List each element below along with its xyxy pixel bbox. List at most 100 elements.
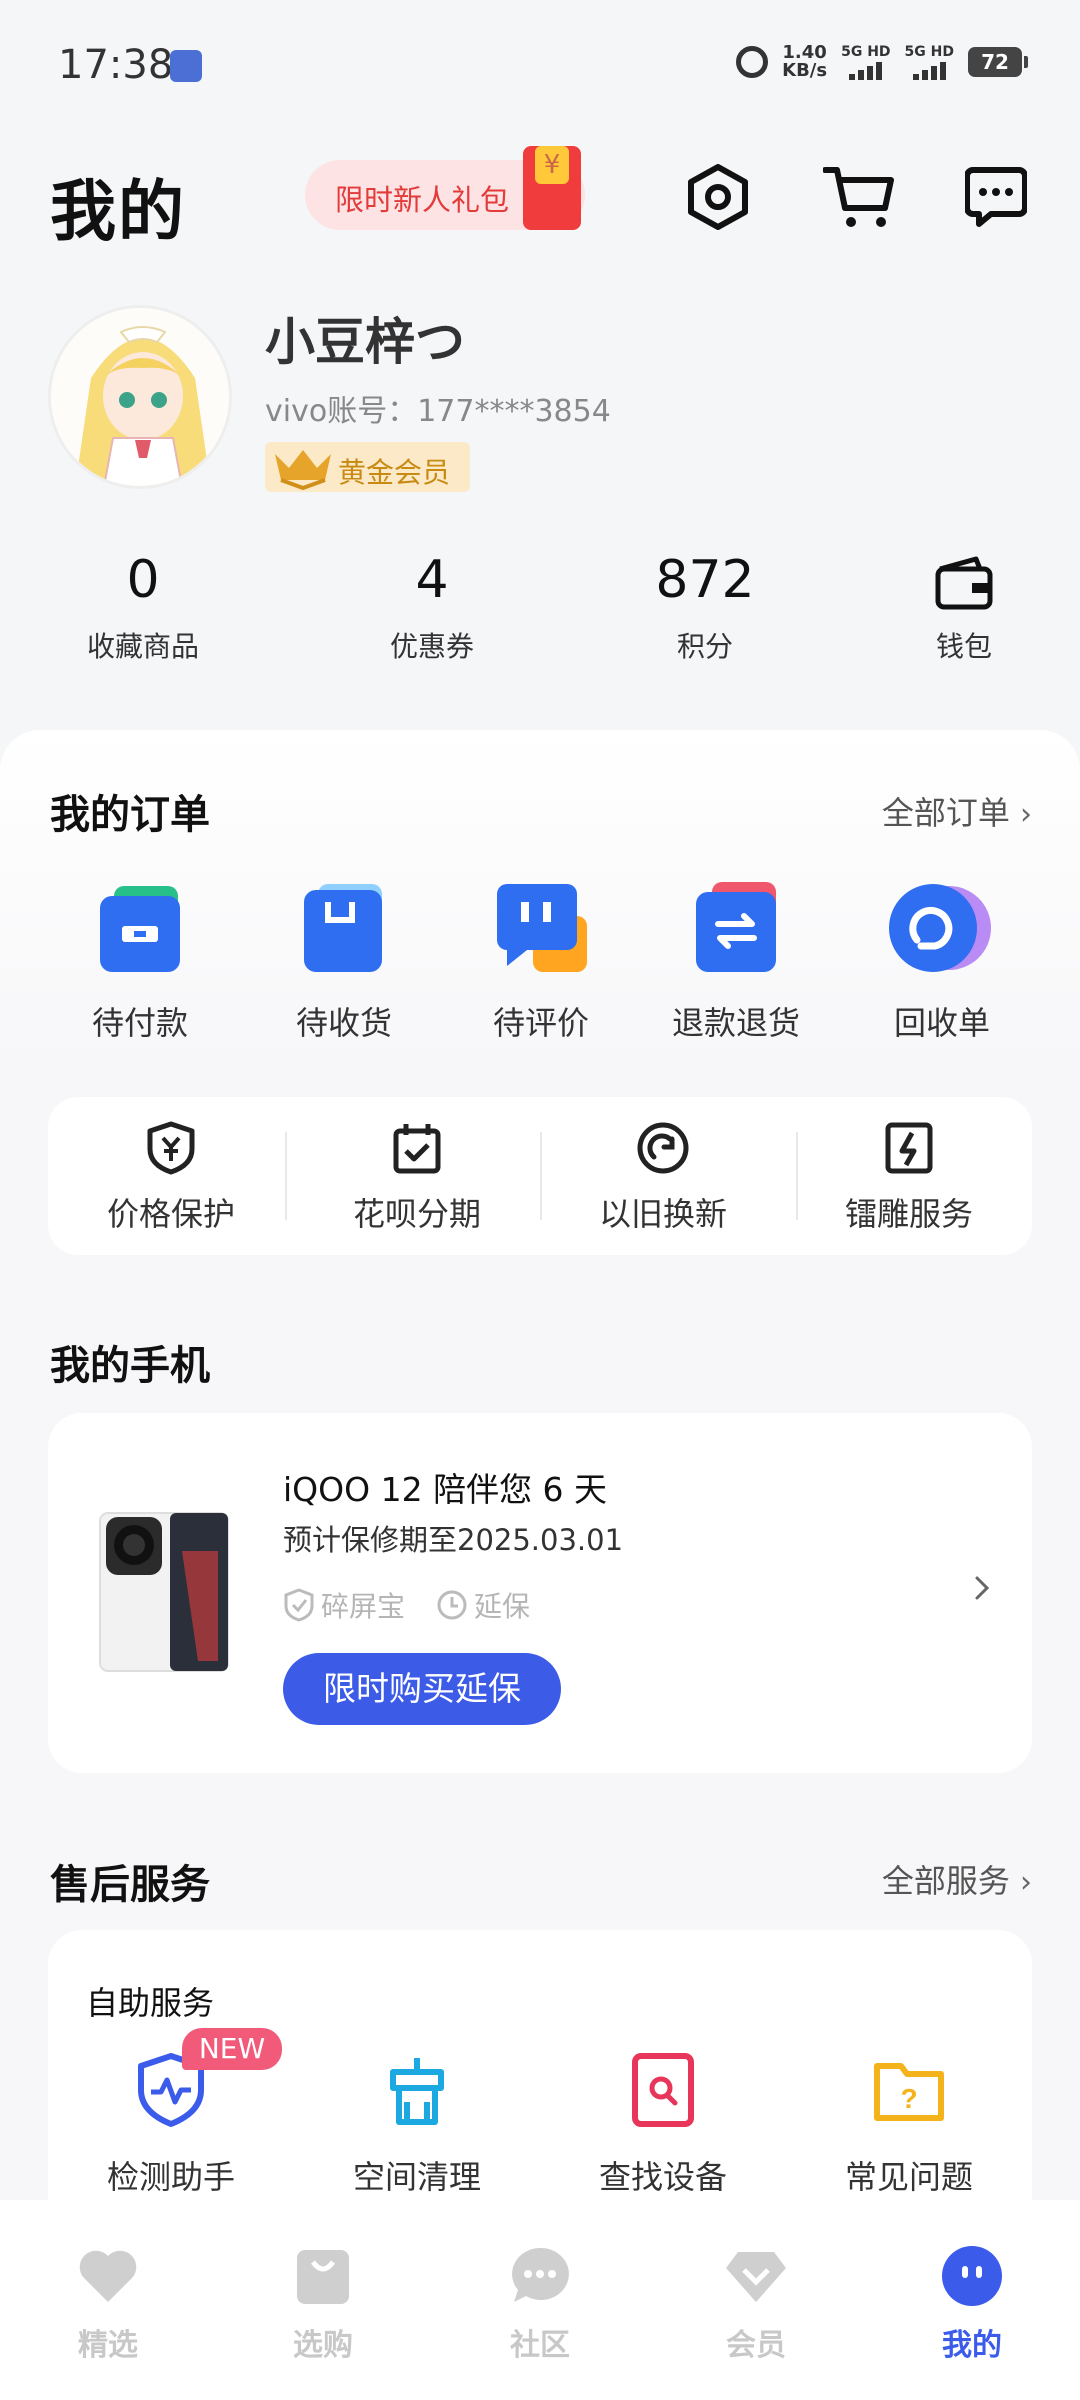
member-badge[interactable]: 黄金会员: [265, 442, 470, 492]
tab-label: 社区: [510, 2328, 570, 2363]
nickname: 小豆梓つ: [265, 313, 465, 371]
cart-icon: [823, 167, 894, 227]
messages-button[interactable]: [959, 160, 1033, 234]
all-services-label: 全部服务: [881, 1862, 1010, 1900]
chevron-right-icon: ›: [1020, 797, 1032, 832]
wallet-icon: [864, 545, 1064, 615]
stat-points[interactable]: 872 积分: [605, 545, 805, 665]
my-phone-title: 我的手机: [50, 1343, 210, 1389]
new-user-gift-button[interactable]: 限时新人礼包: [305, 146, 585, 230]
screen-insurance-tag[interactable]: 碎屏宝: [283, 1585, 405, 1625]
tag-label: 碎屏宝: [321, 1590, 406, 1623]
tab-label: 选购: [293, 2328, 353, 2363]
find-device-icon: [623, 2050, 703, 2130]
order-label: 待付款: [91, 1004, 188, 1042]
divider: [285, 1132, 287, 1220]
tool-label: 空间清理: [352, 2158, 481, 2196]
all-orders-link[interactable]: 全部订单 ›: [882, 788, 1032, 834]
new-badge: NEW: [182, 2028, 282, 2070]
phone-title: iQOO 12 陪伴您 6 天: [283, 1470, 608, 1509]
broom-icon: [377, 2050, 457, 2130]
tab-community[interactable]: 社区: [460, 2244, 620, 2364]
cart-button[interactable]: [822, 160, 896, 234]
settings-button[interactable]: [681, 160, 755, 234]
tab-featured[interactable]: 精选: [28, 2244, 188, 2364]
diamond-icon: [724, 2244, 788, 2308]
tab-membership[interactable]: 会员: [676, 2244, 836, 2364]
stat-favorites[interactable]: 0 收藏商品: [43, 545, 243, 665]
svg-text:?: ?: [900, 2083, 917, 2114]
service-price-protection[interactable]: 价格保护: [48, 1121, 294, 1235]
status-bar: 17:38 1.40 KB/s 5G HD 5G HD 72: [0, 0, 1080, 130]
stat-points-label: 积分: [676, 630, 733, 663]
alarm-icon: [736, 46, 769, 78]
tool-storage-clean[interactable]: 空间清理: [294, 2050, 540, 2198]
sim1-signal-icon: 5G HD: [841, 44, 891, 80]
order-label: 退款退货: [671, 1004, 800, 1042]
profile-face-icon: [940, 2244, 1004, 2308]
service-label: 以旧换新: [598, 1195, 727, 1233]
red-envelope-icon: [523, 146, 581, 230]
member-level: 黄金会员: [338, 456, 451, 489]
bottom-tab-bar: 精选 选购 社区 会员 我的: [0, 2200, 1080, 2400]
order-pending-review[interactable]: 待评价: [451, 880, 631, 1044]
service-trade-in[interactable]: 以旧换新: [540, 1121, 786, 1235]
order-label: 待收货: [295, 1004, 392, 1042]
page-title: 我的: [50, 173, 186, 250]
order-label: 待评价: [492, 1004, 589, 1042]
all-services-link[interactable]: 全部服务 ›: [882, 1856, 1032, 1902]
shield-check-icon: [284, 1588, 314, 1622]
account-id: vivo账号：177****3854: [265, 394, 611, 429]
stat-coupons[interactable]: 4 优惠券: [332, 545, 532, 665]
status-time: 17:38: [58, 42, 174, 88]
warranty-date: 预计保修期至2025.03.01: [283, 1523, 624, 1557]
extended-warranty-tag[interactable]: 延保: [436, 1585, 530, 1625]
heart-icon: [76, 2244, 140, 2308]
crown-icon: [275, 450, 331, 490]
avatar[interactable]: [48, 305, 232, 489]
tool-label: 查找设备: [598, 2158, 727, 2196]
order-pending-delivery[interactable]: 待收货: [254, 880, 434, 1044]
sim2-signal-icon: 5G HD: [905, 44, 954, 80]
service-label: 花呗分期: [352, 1195, 481, 1233]
chevron-right-icon: ›: [1020, 1865, 1032, 1900]
phone-image: [99, 1512, 229, 1672]
all-orders-label: 全部订单: [881, 794, 1010, 832]
stat-wallet[interactable]: 钱包: [864, 545, 1064, 665]
service-label: 价格保护: [106, 1195, 235, 1233]
order-pending-payment[interactable]: 待付款: [50, 880, 230, 1044]
settings-icon: [688, 164, 748, 230]
chat-bubble-icon: [508, 2244, 572, 2308]
buy-warranty-button[interactable]: 限时购买延保: [283, 1653, 561, 1725]
chevron-right-icon: [975, 1576, 990, 1600]
status-indicators: 1.40 KB/s 5G HD 5G HD 72: [736, 44, 1028, 81]
shopping-bag-icon: [291, 2244, 355, 2308]
refund-icon: [688, 880, 784, 976]
sim2-label: 5G HD: [904, 44, 954, 60]
calendar-check-icon: [393, 1124, 441, 1174]
stat-wallet-label: 钱包: [935, 630, 992, 663]
orders-title: 我的订单: [50, 792, 210, 838]
order-recycle[interactable]: 回收单: [852, 880, 1032, 1044]
tool-diagnostics[interactable]: 检测助手: [48, 2050, 294, 2198]
tag-label: 延保: [474, 1590, 531, 1623]
my-phone-card[interactable]: iQOO 12 陪伴您 6 天 预计保修期至2025.03.01 碎屏宝 延保 …: [48, 1413, 1032, 1773]
order-refund[interactable]: 退款退货: [646, 880, 826, 1044]
service-engraving[interactable]: 镭雕服务: [786, 1121, 1032, 1235]
notification-app-icon: [170, 50, 202, 82]
trade-in-icon: [637, 1122, 689, 1174]
tool-find-device[interactable]: 查找设备: [540, 2050, 786, 2198]
after-sales-title: 售后服务: [50, 1862, 210, 1908]
net-speed-unit: KB/s: [782, 60, 828, 81]
pending-payment-icon: [92, 880, 188, 976]
pending-review-icon: [493, 880, 589, 976]
promo-label: 限时新人礼包: [335, 183, 510, 217]
tab-mine[interactable]: 我的: [892, 2244, 1052, 2364]
tool-faq[interactable]: ? 常见问题: [786, 2050, 1032, 2198]
order-services-card: 价格保护 花呗分期 以旧换新 镭雕服务: [48, 1097, 1032, 1255]
stat-favorites-value: 0: [126, 550, 160, 610]
tab-shop[interactable]: 选购: [243, 2244, 403, 2364]
service-installment[interactable]: 花呗分期: [294, 1121, 540, 1235]
clock-icon: [437, 1590, 467, 1620]
stat-favorites-label: 收藏商品: [86, 630, 199, 663]
